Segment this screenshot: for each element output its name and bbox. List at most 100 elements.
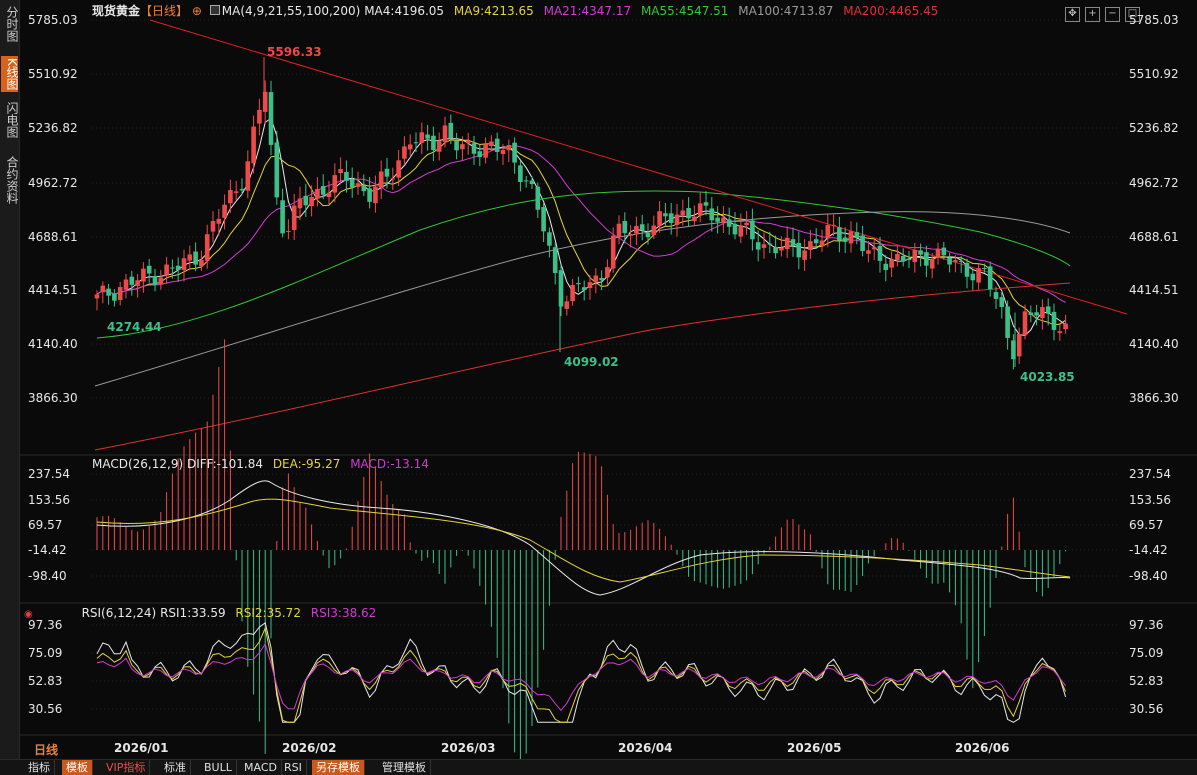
x-tick-label: 2026/06 xyxy=(955,741,1010,755)
candle-body xyxy=(906,258,912,261)
candle-body xyxy=(1034,312,1039,316)
tab-indicators[interactable]: 指标 xyxy=(24,760,55,775)
tab-rsi[interactable]: RSI xyxy=(280,760,307,775)
mid-low-annotation: 4099.02 xyxy=(564,355,619,369)
candle-body xyxy=(697,203,703,216)
candle-body xyxy=(802,250,807,260)
candle-body xyxy=(976,268,981,283)
macd-tick-label: 153.56 xyxy=(1129,493,1171,507)
ma9-value: MA9:4213.65 xyxy=(453,4,534,18)
tab-standard[interactable]: 标准 xyxy=(160,760,191,775)
candle-body xyxy=(808,241,813,251)
rsi-settings-icon[interactable]: ◉ xyxy=(24,609,33,620)
candle-body xyxy=(367,188,372,202)
candle-body xyxy=(123,279,129,290)
tab-macd[interactable]: MACD xyxy=(240,760,282,775)
candle-body xyxy=(605,267,610,278)
candle-body xyxy=(581,287,587,291)
macd-tick-label: 69.57 xyxy=(28,518,63,532)
x-tick-label: 2026/01 xyxy=(114,741,169,755)
candle-body xyxy=(1005,306,1010,338)
price-tick-label: 4688.61 xyxy=(1129,230,1179,244)
candle-body xyxy=(181,258,187,270)
candle-body xyxy=(222,204,227,218)
candle-body xyxy=(721,217,726,223)
candle-body xyxy=(500,150,506,155)
candle-body xyxy=(1045,306,1051,314)
candle-body xyxy=(239,188,245,191)
add-indicator-icon[interactable]: ⊕ xyxy=(192,4,202,18)
candle-body xyxy=(454,141,459,151)
tab-templates[interactable]: 模板 xyxy=(62,760,93,775)
candle-body xyxy=(889,259,894,268)
candle-body xyxy=(332,175,338,193)
manage-templates-button[interactable]: 管理模板 xyxy=(378,760,431,775)
start-low-annotation: 4274.44 xyxy=(107,320,162,334)
period-label[interactable]: 【日线】 xyxy=(140,4,188,18)
high-annotation: 5596.33 xyxy=(267,45,322,59)
macd-dea-line xyxy=(96,498,1071,583)
candle-body xyxy=(831,224,836,226)
price-tick-label: 4414.51 xyxy=(28,283,78,297)
candle-body xyxy=(918,250,923,255)
macd-name[interactable]: MACD(26,12,9) xyxy=(92,457,183,471)
rsi-tick-label: 97.36 xyxy=(28,618,63,632)
zoom-in-icon[interactable]: + xyxy=(1085,7,1100,22)
macd-tick-label: 237.54 xyxy=(1129,467,1171,481)
ma-settings-icon[interactable] xyxy=(209,5,220,15)
macd-tick-label: -14.42 xyxy=(28,543,67,557)
zoom-out-icon[interactable]: − xyxy=(1105,7,1120,22)
price-tick-label: 4140.40 xyxy=(1129,337,1179,351)
candle-body xyxy=(465,140,471,143)
rsi-tick-label: 75.09 xyxy=(1129,646,1164,660)
candle-body xyxy=(286,230,291,232)
candle-body xyxy=(407,144,413,150)
tab-bull[interactable]: BULL xyxy=(200,760,237,775)
candle-body xyxy=(610,235,616,269)
candle-body xyxy=(349,179,355,188)
candle-body xyxy=(547,232,552,246)
candle-body xyxy=(796,242,802,258)
candle-body xyxy=(784,237,790,250)
candle-body xyxy=(634,225,639,234)
rsi-tick-label: 52.83 xyxy=(1129,674,1164,688)
ma200-value: MA200:4465.45 xyxy=(843,4,939,18)
period-indicator[interactable]: 日线 xyxy=(34,741,58,758)
candle-body xyxy=(668,213,674,223)
candle-body xyxy=(895,253,900,260)
candle-body xyxy=(245,161,251,191)
candle-body xyxy=(251,126,256,164)
candle-body xyxy=(170,267,175,269)
candle-body xyxy=(529,180,535,185)
ma4-value: MA4:4196.05 xyxy=(364,4,445,18)
save-template-button[interactable]: 另存模板 xyxy=(312,760,365,775)
tab-vip-indicators[interactable]: VIP指标 xyxy=(102,760,151,775)
macd-diff-line xyxy=(96,480,1071,596)
candle-body xyxy=(257,109,262,124)
candle-body xyxy=(442,125,448,142)
candle-body xyxy=(825,225,831,239)
candle-body xyxy=(378,171,384,188)
chart-canvas[interactable] xyxy=(0,0,1197,774)
rsi-tick-label: 75.09 xyxy=(28,646,63,660)
candle-body xyxy=(512,142,517,163)
rsi-tick-label: 30.56 xyxy=(1129,702,1164,716)
candle-body xyxy=(773,247,778,254)
candle-body xyxy=(860,235,865,252)
candle-body xyxy=(779,247,784,251)
candle-body xyxy=(483,144,488,158)
price-tick-label: 5236.82 xyxy=(1129,121,1179,135)
candle-body xyxy=(338,169,343,173)
move-icon[interactable]: ✥ xyxy=(1065,7,1080,22)
candle-body xyxy=(396,160,401,178)
rsi-name[interactable]: RSI(6,12,24) xyxy=(82,606,157,620)
macd-tick-label: 69.57 xyxy=(1129,518,1164,532)
candle-body xyxy=(663,213,668,217)
candle-body xyxy=(599,277,604,281)
candle-body xyxy=(837,227,842,241)
candle-body xyxy=(425,134,430,139)
candle-body xyxy=(471,143,477,154)
rsi-panel xyxy=(96,622,1067,723)
candle-body xyxy=(158,277,164,285)
candle-body xyxy=(552,247,558,274)
